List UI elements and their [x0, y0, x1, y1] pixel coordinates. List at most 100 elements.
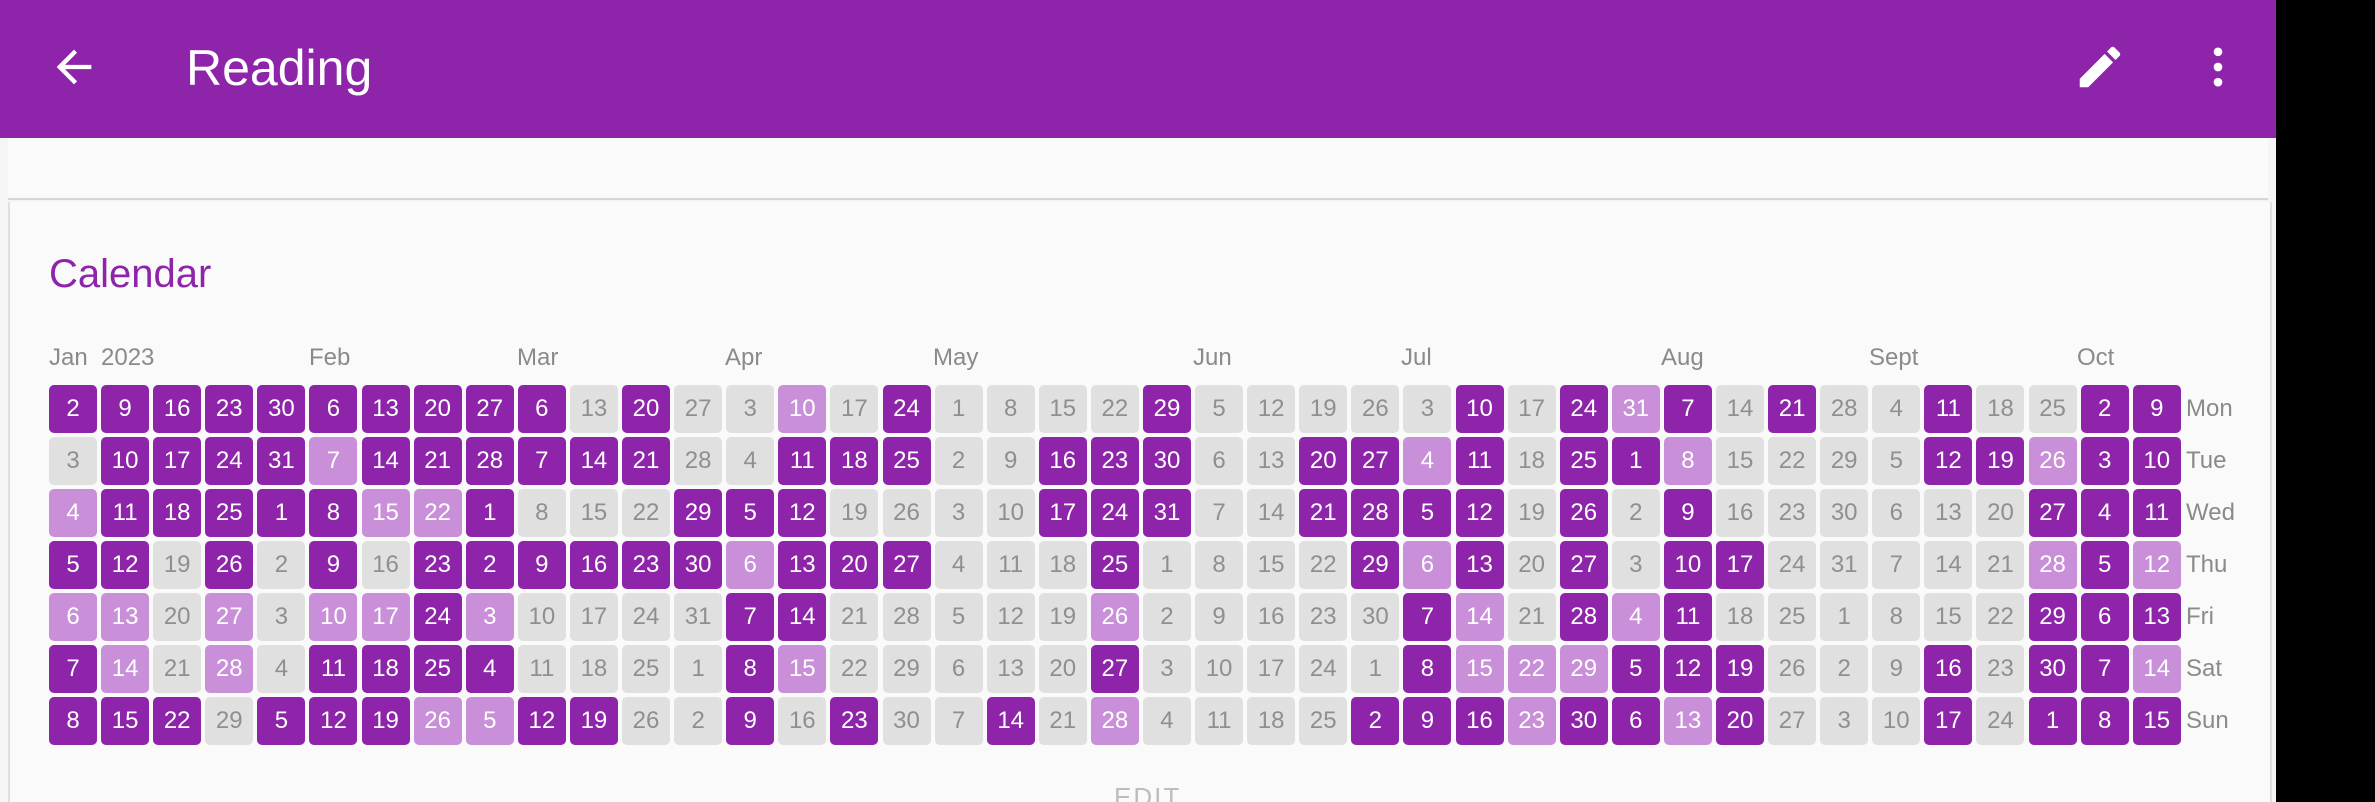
- calendar-day-cell[interactable]: 30: [2028, 645, 2077, 693]
- calendar-day-cell[interactable]: 20: [830, 541, 879, 589]
- calendar-day-cell[interactable]: 31: [257, 437, 306, 485]
- calendar-day-cell[interactable]: 13: [2132, 593, 2181, 641]
- calendar-day-cell[interactable]: 21: [1038, 697, 1087, 745]
- calendar-day-cell[interactable]: 25: [882, 437, 931, 485]
- calendar-day-cell[interactable]: 4: [1872, 385, 1921, 433]
- calendar-day-cell[interactable]: 19: [1299, 385, 1348, 433]
- calendar-day-cell[interactable]: 20: [1038, 645, 1087, 693]
- calendar-day-cell[interactable]: 21: [1299, 489, 1348, 537]
- calendar-day-cell[interactable]: 24: [1299, 645, 1348, 693]
- calendar-day-cell[interactable]: 4: [49, 489, 97, 537]
- calendar-day-cell[interactable]: 6: [1195, 437, 1244, 485]
- calendar-day-cell[interactable]: 22: [413, 489, 462, 537]
- calendar-day-cell[interactable]: 5: [49, 541, 97, 589]
- calendar-day-cell[interactable]: 20: [153, 593, 202, 641]
- calendar-day-cell[interactable]: 21: [830, 593, 879, 641]
- calendar-day-cell[interactable]: 15: [1716, 437, 1764, 485]
- calendar-day-cell[interactable]: 8: [1663, 437, 1712, 485]
- calendar-day-cell[interactable]: 9: [517, 541, 566, 589]
- calendar-day-cell[interactable]: 29: [1820, 437, 1869, 485]
- calendar-day-cell[interactable]: 5: [1195, 385, 1244, 433]
- calendar-day-cell[interactable]: 17: [153, 437, 202, 485]
- calendar-day-cell[interactable]: 5: [2080, 541, 2129, 589]
- calendar-day-cell[interactable]: 12: [778, 489, 827, 537]
- calendar-day-cell[interactable]: 11: [1663, 593, 1712, 641]
- calendar-day-cell[interactable]: 12: [2132, 541, 2181, 589]
- calendar-day-cell[interactable]: 6: [2080, 593, 2129, 641]
- calendar-day-cell[interactable]: 26: [1768, 645, 1817, 693]
- calendar-day-cell[interactable]: 2: [934, 437, 983, 485]
- calendar-day-cell[interactable]: 25: [2028, 385, 2077, 433]
- calendar-day-cell[interactable]: 19: [1507, 489, 1556, 537]
- calendar-day-cell[interactable]: 16: [153, 385, 202, 433]
- calendar-day-cell[interactable]: 14: [778, 593, 827, 641]
- calendar-day-cell[interactable]: 14: [2132, 645, 2181, 693]
- calendar-day-cell[interactable]: 26: [413, 697, 462, 745]
- calendar-day-cell[interactable]: 14: [1924, 541, 1973, 589]
- calendar-day-cell[interactable]: 18: [830, 437, 879, 485]
- calendar-day-cell[interactable]: 2: [1351, 697, 1400, 745]
- calendar-day-cell[interactable]: 6: [726, 541, 775, 589]
- calendar-day-cell[interactable]: 22: [1507, 645, 1556, 693]
- calendar-day-cell[interactable]: 6: [49, 593, 97, 641]
- calendar-day-cell[interactable]: 24: [622, 593, 671, 641]
- calendar-day-cell[interactable]: 8: [1872, 593, 1921, 641]
- calendar-day-cell[interactable]: 27: [1351, 437, 1400, 485]
- calendar-day-cell[interactable]: 9: [1872, 645, 1921, 693]
- calendar-day-cell[interactable]: 14: [1247, 489, 1296, 537]
- calendar-day-cell[interactable]: 26: [882, 489, 931, 537]
- calendar-day-cell[interactable]: 16: [1038, 437, 1087, 485]
- calendar-day-cell[interactable]: 29: [1559, 645, 1608, 693]
- calendar-day-cell[interactable]: 2: [1611, 489, 1660, 537]
- calendar-day-cell[interactable]: 3: [1142, 645, 1191, 693]
- calendar-day-cell[interactable]: 6: [934, 645, 983, 693]
- calendar-day-cell[interactable]: 26: [622, 697, 671, 745]
- calendar-day-cell[interactable]: 7: [1663, 385, 1712, 433]
- calendar-day-cell[interactable]: 15: [778, 645, 827, 693]
- calendar-day-cell[interactable]: 20: [622, 385, 671, 433]
- calendar-day-cell[interactable]: 15: [1455, 645, 1504, 693]
- calendar-day-cell[interactable]: 28: [205, 645, 254, 693]
- calendar-day-cell[interactable]: 22: [622, 489, 671, 537]
- calendar-day-cell[interactable]: 9: [1663, 489, 1712, 537]
- calendar-day-cell[interactable]: 8: [1195, 541, 1244, 589]
- calendar-day-cell[interactable]: 12: [1247, 385, 1296, 433]
- calendar-day-cell[interactable]: 24: [1559, 385, 1608, 433]
- calendar-day-cell[interactable]: 12: [1663, 645, 1712, 693]
- calendar-day-cell[interactable]: 23: [1299, 593, 1348, 641]
- calendar-day-cell[interactable]: 27: [882, 541, 931, 589]
- calendar-day-cell[interactable]: 10: [986, 489, 1035, 537]
- calendar-day-cell[interactable]: 23: [1507, 697, 1556, 745]
- calendar-day-cell[interactable]: 24: [1768, 541, 1817, 589]
- calendar-day-cell[interactable]: 15: [2132, 697, 2181, 745]
- calendar-day-cell[interactable]: 23: [205, 385, 254, 433]
- calendar-day-cell[interactable]: 6: [309, 385, 358, 433]
- calendar-day-cell[interactable]: 6: [1403, 541, 1452, 589]
- calendar-day-cell[interactable]: 19: [569, 697, 618, 745]
- more-options-button[interactable]: [2180, 29, 2256, 105]
- calendar-day-cell[interactable]: 8: [2080, 697, 2129, 745]
- calendar-day-cell[interactable]: 26: [205, 541, 254, 589]
- calendar-day-cell[interactable]: 20: [1716, 697, 1764, 745]
- calendar-day-cell[interactable]: 7: [517, 437, 566, 485]
- calendar-day-cell[interactable]: 15: [1247, 541, 1296, 589]
- calendar-day-cell[interactable]: 12: [309, 697, 358, 745]
- calendar-day-cell[interactable]: 9: [726, 697, 775, 745]
- calendar-day-cell[interactable]: 14: [569, 437, 618, 485]
- calendar-day-cell[interactable]: 17: [1247, 645, 1296, 693]
- calendar-day-cell[interactable]: 31: [1820, 541, 1869, 589]
- calendar-day-cell[interactable]: 13: [101, 593, 150, 641]
- calendar-day-cell[interactable]: 3: [2080, 437, 2129, 485]
- calendar-day-cell[interactable]: 28: [674, 437, 723, 485]
- calendar-day-cell[interactable]: 2: [1142, 593, 1191, 641]
- calendar-day-cell[interactable]: 19: [1716, 645, 1764, 693]
- calendar-day-cell[interactable]: 30: [257, 385, 306, 433]
- calendar-day-cell[interactable]: 23: [622, 541, 671, 589]
- calendar-day-cell[interactable]: 29: [674, 489, 723, 537]
- calendar-day-cell[interactable]: 11: [1455, 437, 1504, 485]
- calendar-day-cell[interactable]: 10: [1195, 645, 1244, 693]
- calendar-day-cell[interactable]: 3: [1403, 385, 1452, 433]
- calendar-day-cell[interactable]: 2: [1820, 645, 1869, 693]
- calendar-day-cell[interactable]: 12: [1924, 437, 1973, 485]
- calendar-day-cell[interactable]: 8: [309, 489, 358, 537]
